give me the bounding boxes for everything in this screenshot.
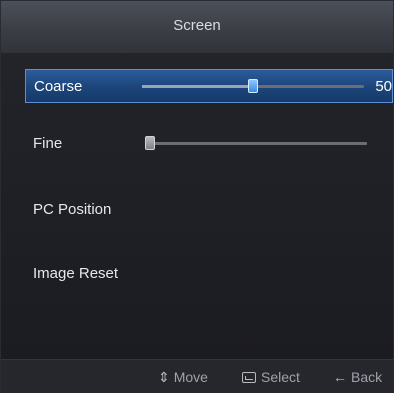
enter-icon xyxy=(242,372,256,383)
back-hint: ← Back xyxy=(333,369,382,385)
fine-slider-thumb[interactable] xyxy=(145,136,155,150)
left-arrow-icon: ← xyxy=(333,369,347,385)
menu-item-label: Fine xyxy=(33,135,63,152)
menu-item-pc-position[interactable]: PC Position xyxy=(1,193,393,227)
menu-item-label: Coarse xyxy=(34,78,83,95)
title-bar: Screen xyxy=(1,1,393,54)
menu-item-fine[interactable]: Fine xyxy=(1,127,393,161)
menu-item-coarse[interactable]: Coarse 50 xyxy=(25,69,393,103)
move-hint: ⇕ Move xyxy=(158,369,208,386)
move-hint-label: Move xyxy=(173,369,208,385)
osd-window: Screen Coarse 50 Fine PC Position Image … xyxy=(0,0,394,393)
select-hint-label: Select xyxy=(261,369,300,385)
coarse-slider[interactable] xyxy=(142,79,364,93)
up-down-arrows-icon: ⇕ xyxy=(158,369,170,385)
coarse-slider-thumb[interactable] xyxy=(248,79,258,93)
menu-list: Coarse 50 Fine PC Position Image Reset xyxy=(1,53,393,359)
menu-item-image-reset[interactable]: Image Reset xyxy=(1,257,393,291)
menu-title: Screen xyxy=(173,17,221,34)
footer-hints: ⇕ Move Select ← Back xyxy=(1,359,393,393)
menu-item-label: Image Reset xyxy=(33,265,119,282)
coarse-value: 50 xyxy=(375,78,392,95)
back-hint-label: Back xyxy=(351,369,383,385)
coarse-slider-fill xyxy=(142,85,253,88)
menu-item-label: PC Position xyxy=(33,201,112,218)
select-hint: Select xyxy=(242,369,300,385)
fine-slider[interactable] xyxy=(145,136,367,150)
